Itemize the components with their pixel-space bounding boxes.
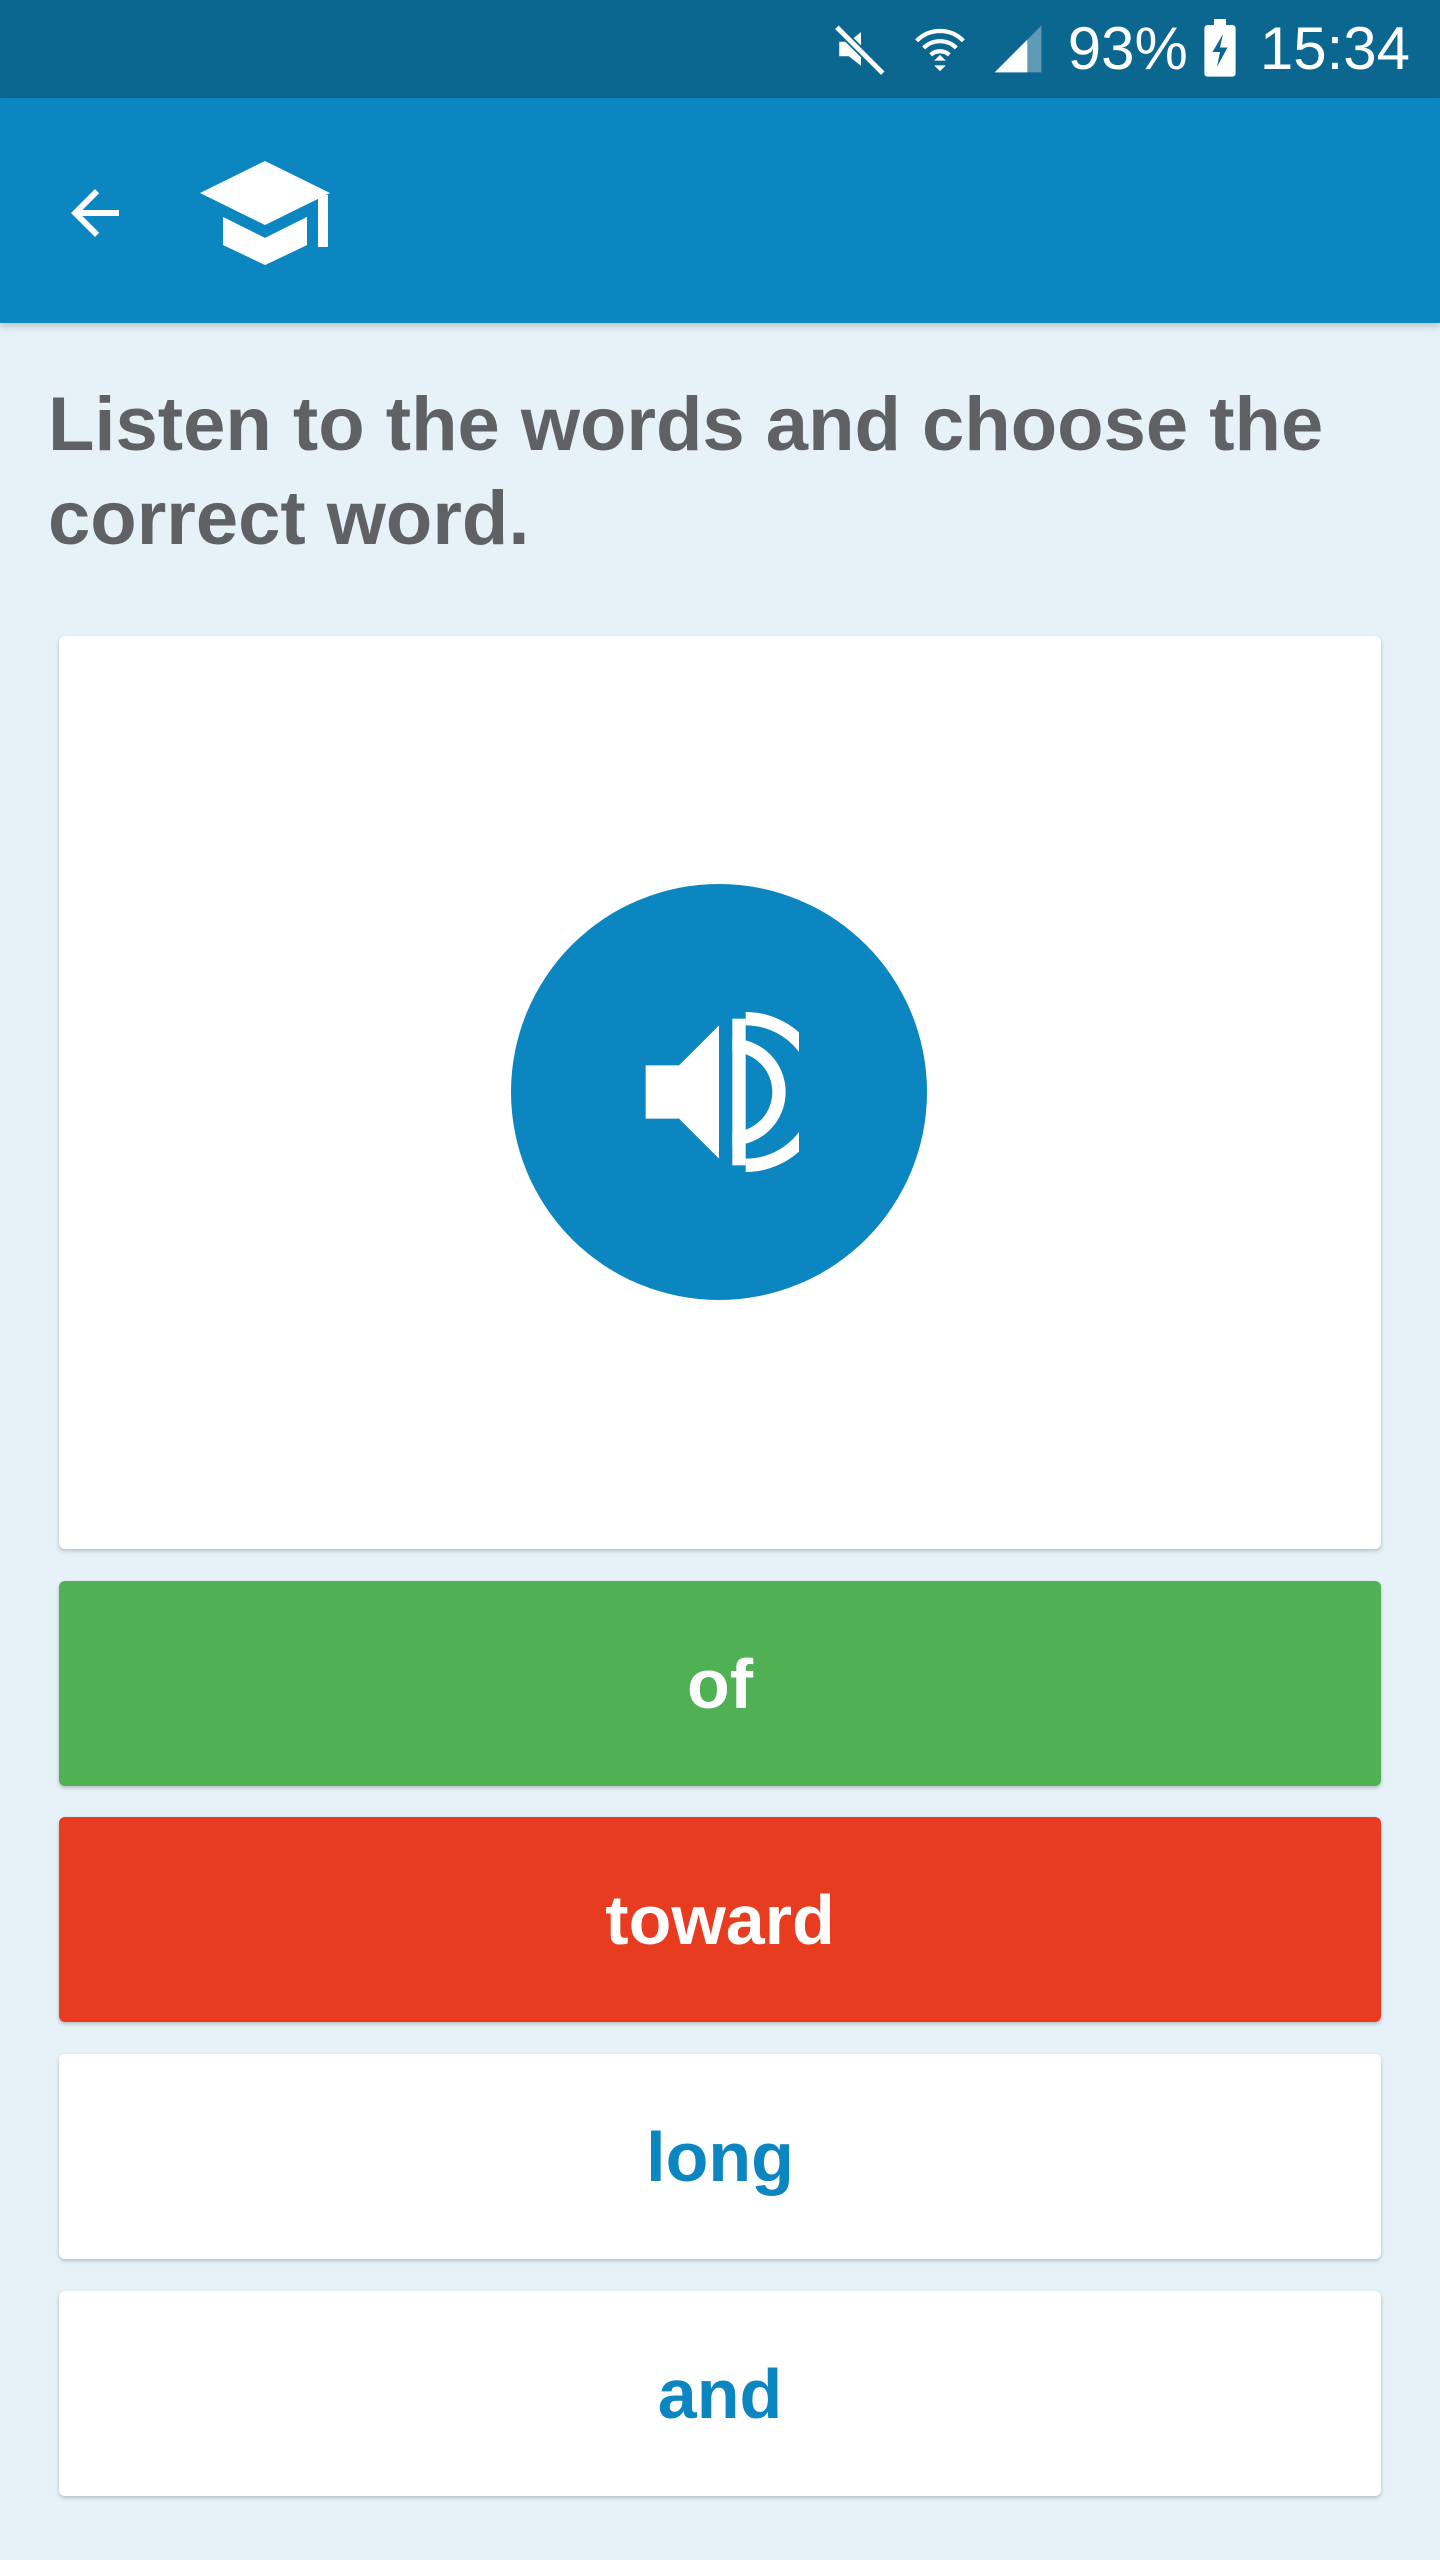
battery-charging-icon [1202, 19, 1238, 79]
speaker-icon [645, 1012, 799, 1172]
app-bar [0, 98, 1440, 323]
answer-option-of[interactable]: of [59, 1581, 1381, 1786]
answer-option-and[interactable]: and [59, 2291, 1381, 2496]
mute-icon [832, 20, 890, 78]
graduation-cap-icon [195, 153, 335, 268]
answer-option-long[interactable]: long [59, 2054, 1381, 2259]
instruction-text: Listen to the words and choose the corre… [48, 382, 1324, 561]
back-button[interactable] [50, 168, 140, 258]
status-bar: 93% 15:34 [0, 0, 1440, 98]
clock: 15:34 [1259, 15, 1410, 82]
battery-percent: 93% [1067, 15, 1188, 82]
signal-icon [990, 21, 1046, 77]
answer-option-toward[interactable]: toward [59, 1817, 1381, 2022]
play-audio-button[interactable] [511, 884, 927, 1300]
audio-card [59, 636, 1381, 1549]
wifi-icon [912, 20, 968, 78]
arrow-left-icon [71, 189, 119, 237]
